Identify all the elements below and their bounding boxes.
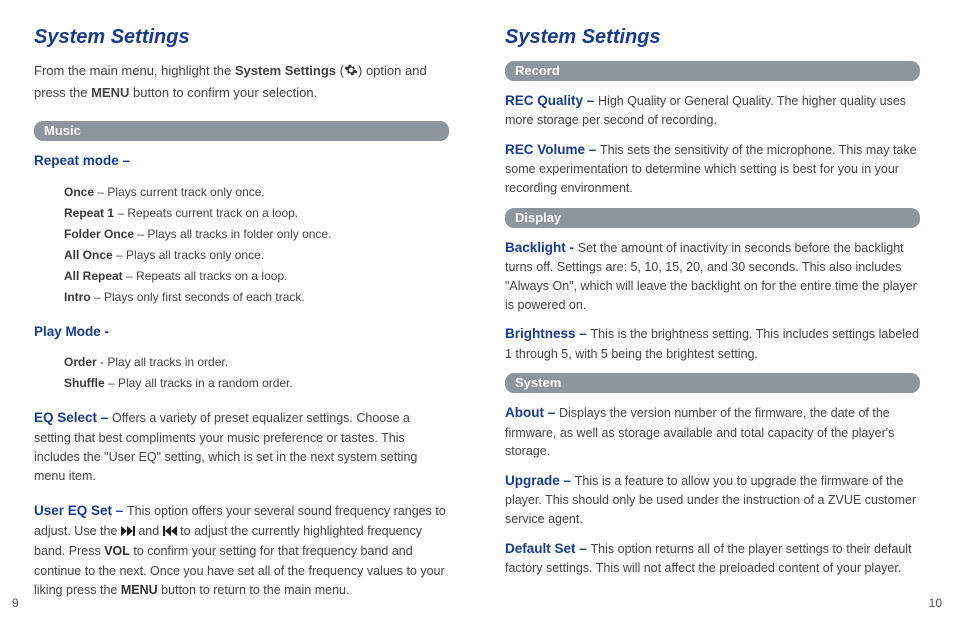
intro-bold-1: System Settings	[235, 63, 336, 78]
setting-brightness: Brightness – This is the brightness sett…	[505, 324, 920, 363]
setting-about: About – Displays the version number of t…	[505, 403, 920, 461]
setting-desc: Displays the version number of the firmw…	[505, 406, 894, 458]
list-item: Shuffle – Play all tracks in a random or…	[64, 373, 449, 394]
intro-bold-2: MENU	[91, 85, 129, 100]
setting-user-eq: User EQ Set – This option offers your se…	[34, 501, 449, 600]
option-desc: – Plays only first seconds of each track…	[91, 290, 305, 304]
option-desc: – Repeats current track on a loop.	[114, 206, 298, 220]
setting-desc: and	[138, 524, 162, 538]
page-number: 10	[929, 596, 942, 610]
setting-label: Brightness –	[505, 326, 591, 341]
section-bar-display: Display	[505, 208, 920, 228]
option-name: Order	[64, 355, 97, 369]
setting-eq-select: EQ Select – Offers a variety of preset e…	[34, 408, 449, 487]
next-track-icon	[121, 523, 135, 542]
page-spread: System Settings From the main menu, high…	[0, 0, 954, 618]
list-item: Repeat 1 – Repeats current track on a lo…	[64, 203, 449, 224]
setting-rec-volume: REC Volume – This sets the sensitivity o…	[505, 140, 920, 198]
option-desc: – Repeats all tracks on a loop.	[123, 269, 288, 283]
page-number: 9	[12, 596, 19, 610]
list-item: Folder Once – Plays all tracks in folder…	[64, 224, 449, 245]
vol-label: VOL	[104, 544, 130, 558]
setting-label: Upgrade –	[505, 473, 575, 488]
page-right: System Settings Record REC Quality – Hig…	[477, 0, 954, 618]
list-item: Once – Plays current track only once.	[64, 182, 449, 203]
setting-backlight: Backlight - Set the amount of inactivity…	[505, 238, 920, 315]
play-options-list: Order - Play all tracks in order. Shuffl…	[64, 352, 449, 394]
option-desc: - Play all tracks in order.	[97, 355, 228, 369]
intro-paragraph: From the main menu, highlight the System…	[34, 61, 449, 103]
setting-desc: button to return to the main menu.	[158, 583, 350, 597]
gear-icon	[344, 63, 358, 83]
setting-label: REC Volume –	[505, 142, 600, 157]
section-bar-system: System	[505, 373, 920, 393]
option-name: Shuffle	[64, 376, 105, 390]
setting-label: User EQ Set –	[34, 503, 127, 518]
menu-label: MENU	[121, 583, 158, 597]
setting-repeat-mode: Repeat mode –	[34, 151, 449, 171]
setting-default-set: Default Set – This option returns all of…	[505, 539, 920, 578]
option-name: Intro	[64, 290, 91, 304]
option-desc: – Plays current track only once.	[94, 185, 265, 199]
setting-label: REC Quality –	[505, 93, 598, 108]
page-left: System Settings From the main menu, high…	[0, 0, 477, 618]
setting-label: About –	[505, 405, 559, 420]
option-desc: – Play all tracks in a random order.	[105, 376, 293, 390]
list-item: Order - Play all tracks in order.	[64, 352, 449, 373]
option-name: Repeat 1	[64, 206, 114, 220]
section-bar-music: Music	[34, 121, 449, 141]
page-title: System Settings	[34, 26, 449, 49]
prev-track-icon	[163, 523, 177, 542]
setting-label: Backlight -	[505, 240, 578, 255]
list-item: All Repeat – Repeats all tracks on a loo…	[64, 266, 449, 287]
option-name: Folder Once	[64, 227, 134, 241]
setting-label: Play Mode -	[34, 324, 109, 339]
section-bar-record: Record	[505, 61, 920, 81]
page-title: System Settings	[505, 26, 920, 49]
setting-label: EQ Select –	[34, 410, 112, 425]
intro-text: From the main menu, highlight the	[34, 63, 235, 78]
setting-label: Repeat mode –	[34, 153, 130, 168]
setting-label: Default Set –	[505, 541, 591, 556]
repeat-options-list: Once – Plays current track only once. Re…	[64, 182, 449, 308]
setting-rec-quality: REC Quality – High Quality or General Qu…	[505, 91, 920, 130]
option-desc: – Plays all tracks in folder only once.	[134, 227, 331, 241]
option-desc: – Plays all tracks only once.	[113, 248, 264, 262]
list-item: All Once – Plays all tracks only once.	[64, 245, 449, 266]
option-name: All Once	[64, 248, 113, 262]
option-name: All Repeat	[64, 269, 123, 283]
list-item: Intro – Plays only first seconds of each…	[64, 287, 449, 308]
intro-text: button to confirm your selection.	[129, 85, 317, 100]
option-name: Once	[64, 185, 94, 199]
setting-play-mode: Play Mode -	[34, 322, 449, 342]
setting-upgrade: Upgrade – This is a feature to allow you…	[505, 471, 920, 529]
